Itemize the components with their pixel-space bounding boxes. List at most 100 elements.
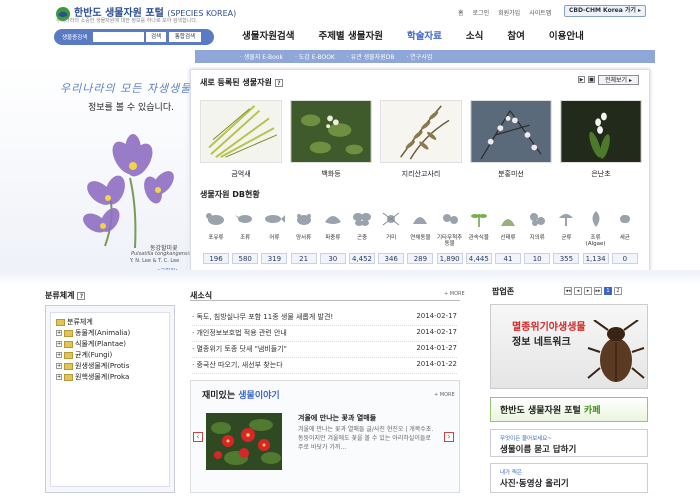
category-label[interactable]: 거미 <box>378 235 404 241</box>
category-count[interactable]: 21 <box>290 253 317 264</box>
category-icon[interactable] <box>526 208 548 228</box>
category-count[interactable]: 580 <box>232 253 259 264</box>
nav-news[interactable]: 소식 <box>454 28 495 42</box>
help-icon[interactable]: ? <box>77 292 86 300</box>
news-item[interactable]: · 개인정보보호법 적용 관련 안내 2014-02-17 <box>192 328 457 342</box>
category-icon[interactable] <box>497 208 519 228</box>
news-item[interactable]: · 독도, 침방실나무 포함 11종 생물 새롭게 발견! 2014-02-17 <box>192 312 457 326</box>
category-count[interactable]: 4,445 <box>465 253 492 264</box>
cafe-text[interactable]: 한반도 생물자원 포털 카페 <box>500 403 600 416</box>
tree-item-fungi[interactable]: + 균계(Fungi) <box>56 350 112 360</box>
category-label[interactable]: 어류 <box>261 235 287 241</box>
tree-root[interactable]: 분류체계 <box>56 317 93 327</box>
category-label[interactable]: 균류 <box>553 235 579 241</box>
popup-first-button[interactable]: ◂◂ <box>564 287 572 295</box>
category-icon[interactable] <box>585 208 607 228</box>
view-all-button[interactable]: 전체보기 ▸ <box>598 75 639 85</box>
expand-icon[interactable]: + <box>56 352 62 358</box>
category-count[interactable]: 289 <box>407 253 434 264</box>
category-label[interactable]: 조류(Algae) <box>583 235 609 247</box>
category-count[interactable]: 30 <box>319 253 346 264</box>
photo-title[interactable]: 사진·동영상 올리기 <box>500 477 569 489</box>
thumb-jirisan-fern[interactable] <box>380 100 462 163</box>
category-icon[interactable] <box>263 208 286 228</box>
top-link-join[interactable]: 회원가입 <box>498 8 520 17</box>
popup-prev-button[interactable]: ◂ <box>574 287 582 295</box>
thumb-label[interactable]: 금억새 <box>200 169 282 179</box>
category-label[interactable]: 연체동물 <box>407 235 433 241</box>
expand-icon[interactable]: + <box>56 363 62 369</box>
search-input[interactable] <box>93 32 144 42</box>
subnav-ebook-flora[interactable]: · 생물지 E-Book <box>240 52 283 61</box>
qa-title[interactable]: 생물이름 묻고 답하기 <box>500 443 576 455</box>
story-more-link[interactable]: + MORE <box>434 392 455 398</box>
news-item[interactable]: · 멸종위기 토종 닷새 "냄비들기" 2014-01-27 <box>192 344 457 358</box>
story-headline[interactable]: 겨울에 만나는 꽃과 열매들 <box>298 413 376 423</box>
subnav-ebook-guide[interactable]: · 도감 E-BOOK <box>295 52 335 61</box>
category-icon[interactable] <box>614 208 636 228</box>
category-icon[interactable] <box>468 208 490 228</box>
category-icon[interactable] <box>409 208 431 228</box>
play-icon[interactable]: ▶ <box>578 76 585 83</box>
category-icon[interactable] <box>234 208 256 228</box>
category-count[interactable]: 355 <box>553 253 580 264</box>
news-more-link[interactable]: + MORE <box>444 291 465 297</box>
category-icon[interactable] <box>322 208 344 228</box>
popup-last-button[interactable]: ▸▸ <box>594 287 602 295</box>
category-icon[interactable] <box>293 208 315 228</box>
tree-item-plantae[interactable]: + 식물계(Plantae) <box>56 339 126 349</box>
category-count[interactable]: 10 <box>524 253 551 264</box>
category-label[interactable]: 기타무척추동물 <box>437 235 463 247</box>
category-label[interactable]: 조류 <box>232 235 258 241</box>
category-icon[interactable] <box>555 208 577 228</box>
stop-icon[interactable]: ■ <box>588 76 595 83</box>
top-link-sitemap[interactable]: 사이트맵 <box>529 8 551 17</box>
top-link-login[interactable]: 로그인 <box>473 8 490 17</box>
search-button[interactable]: 검색 <box>146 32 166 42</box>
cbd-chm-button[interactable]: CBD-CHM Korea 가기 ▸ <box>564 5 646 17</box>
category-count[interactable]: 319 <box>261 253 288 264</box>
category-label[interactable]: 세균 <box>612 235 638 241</box>
story-prev-arrow[interactable]: ‹ <box>193 432 203 442</box>
popup-next-button[interactable]: ▸ <box>584 287 592 295</box>
story-next-arrow[interactable]: › <box>444 432 454 442</box>
category-label[interactable]: 선태류 <box>495 235 521 241</box>
subnav-related-db[interactable]: · 유관 생물자원DB <box>347 52 395 61</box>
news-item[interactable]: · 중국산 따오기, 새선부 찾는다 2014-01-22 <box>192 360 457 374</box>
category-label[interactable]: 포유류 <box>203 235 229 241</box>
category-count[interactable]: 346 <box>378 253 405 264</box>
popup-page-2[interactable]: 2 <box>614 287 622 295</box>
category-label[interactable]: 곤충 <box>349 235 375 241</box>
thumb-label[interactable]: 백화등 <box>290 169 372 179</box>
category-count[interactable]: 4,452 <box>349 253 375 264</box>
category-label[interactable]: 양서류 <box>291 235 317 241</box>
category-icon[interactable] <box>205 208 227 228</box>
story-image[interactable] <box>206 413 282 470</box>
nav-guide[interactable]: 이용안내 <box>537 28 596 42</box>
expand-icon[interactable]: + <box>56 341 62 347</box>
category-count[interactable]: 0 <box>611 253 638 264</box>
popup-page-1[interactable]: 1 <box>604 287 612 295</box>
subnav-research[interactable]: · 연구사업 <box>406 52 432 61</box>
thumb-bunhong-misun[interactable] <box>470 100 552 163</box>
thumb-eunnancho[interactable] <box>560 100 642 163</box>
category-icon[interactable] <box>380 208 402 228</box>
thumb-label[interactable]: 분홍미선 <box>470 169 552 179</box>
category-count[interactable]: 41 <box>495 253 521 264</box>
nav-academic[interactable]: 학술자료 <box>395 28 454 42</box>
category-count[interactable]: 196 <box>203 253 229 264</box>
nav-participate[interactable]: 참여 <box>495 28 536 42</box>
thumb-label[interactable]: 지리산고사리 <box>380 169 462 179</box>
category-count[interactable]: 1,134 <box>582 253 609 264</box>
category-icon[interactable] <box>351 208 373 228</box>
tree-item-animalia[interactable]: + 동물계(Animalia) <box>56 328 130 338</box>
category-count[interactable]: 1,890 <box>436 253 463 264</box>
top-link-home[interactable]: 홈 <box>458 8 464 17</box>
thumb-geumeoksae[interactable] <box>200 100 282 163</box>
category-label[interactable]: 파충류 <box>320 235 346 241</box>
expand-icon[interactable]: + <box>56 374 62 380</box>
tree-item-protista[interactable]: + 원생생물계(Protis <box>56 361 129 371</box>
category-label[interactable]: 관속식물 <box>466 235 492 241</box>
category-icon[interactable] <box>439 208 461 228</box>
thumb-label[interactable]: 은난초 <box>560 169 642 179</box>
